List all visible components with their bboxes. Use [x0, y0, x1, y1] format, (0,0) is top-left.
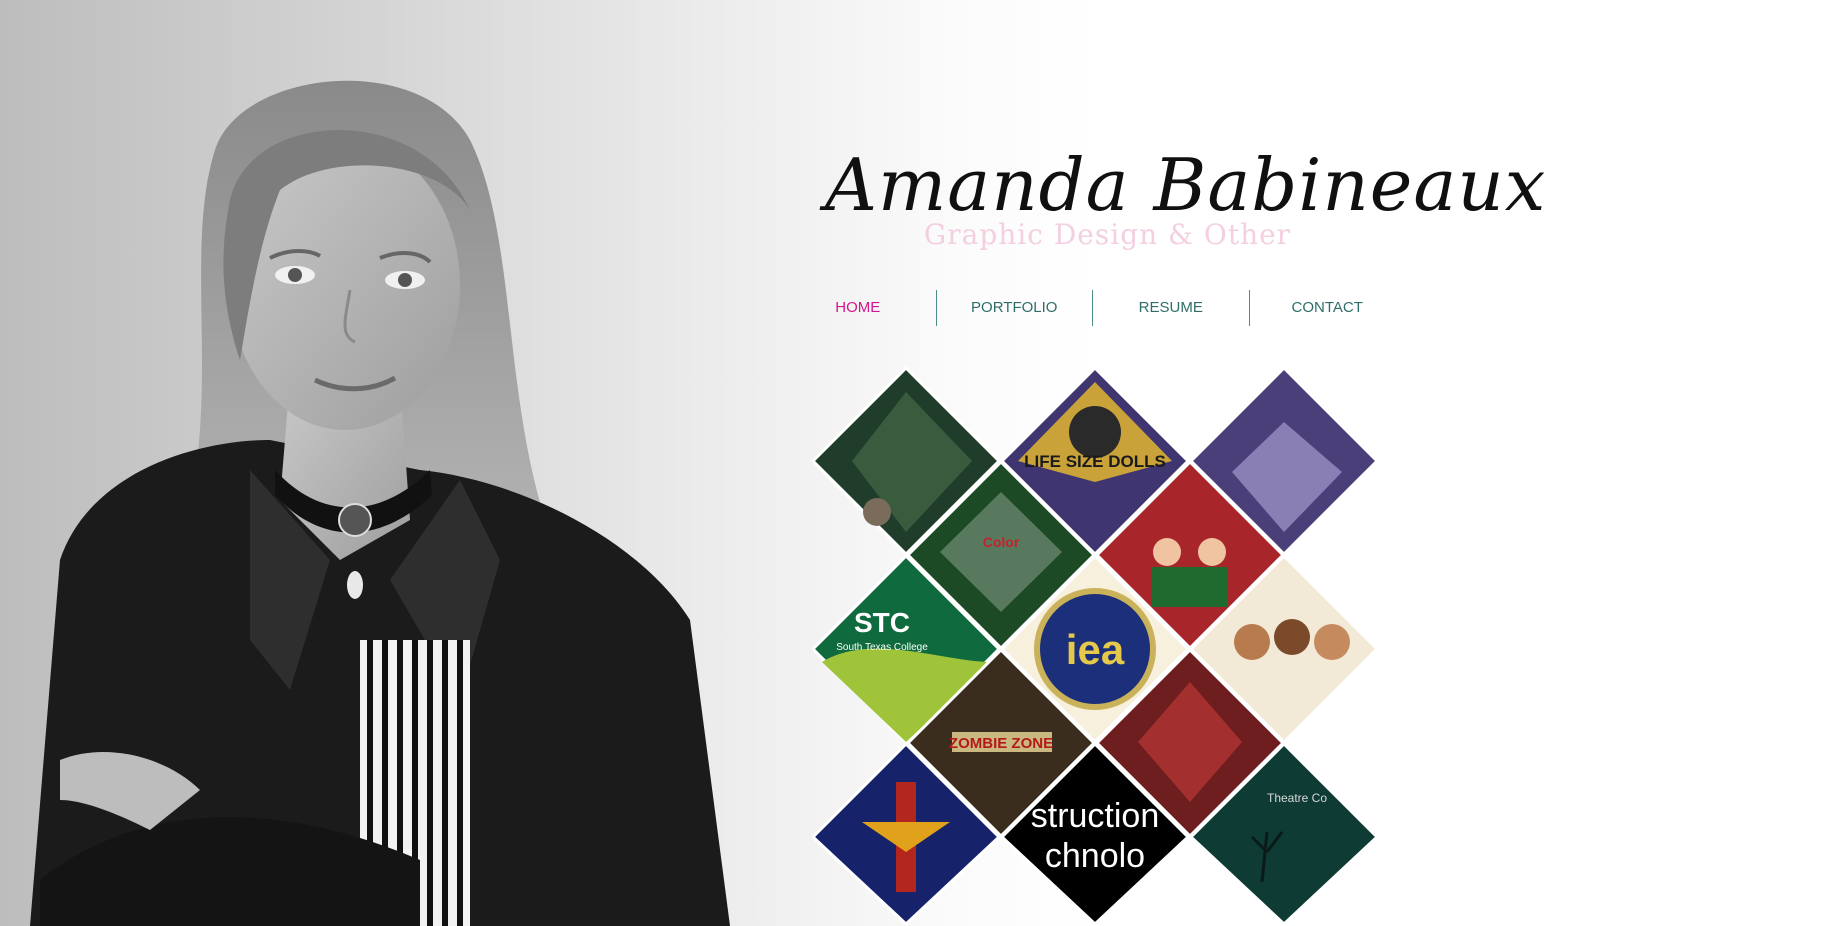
nav-contact[interactable]: CONTACT [1248, 290, 1406, 326]
main-nav: HOME PORTFOLIO RESUME CONTACT [780, 290, 1405, 326]
nav-home[interactable]: HOME [780, 290, 936, 326]
page: Amanda Babineaux Graphic Design & Other … [0, 0, 1839, 926]
nav-portfolio[interactable]: PORTFOLIO [935, 290, 1093, 326]
site-tagline: Graphic Design & Other [923, 218, 1292, 251]
site-header: Amanda Babineaux Graphic Design & Other [825, 140, 1545, 251]
nav-resume[interactable]: RESUME [1092, 290, 1249, 326]
portrait-image [30, 80, 730, 926]
site-title[interactable]: Amanda Babineaux [825, 140, 1545, 230]
portfolio-gallery: Color LIFE SIZE DOLLS STC South Texas Co… [812, 362, 1378, 926]
